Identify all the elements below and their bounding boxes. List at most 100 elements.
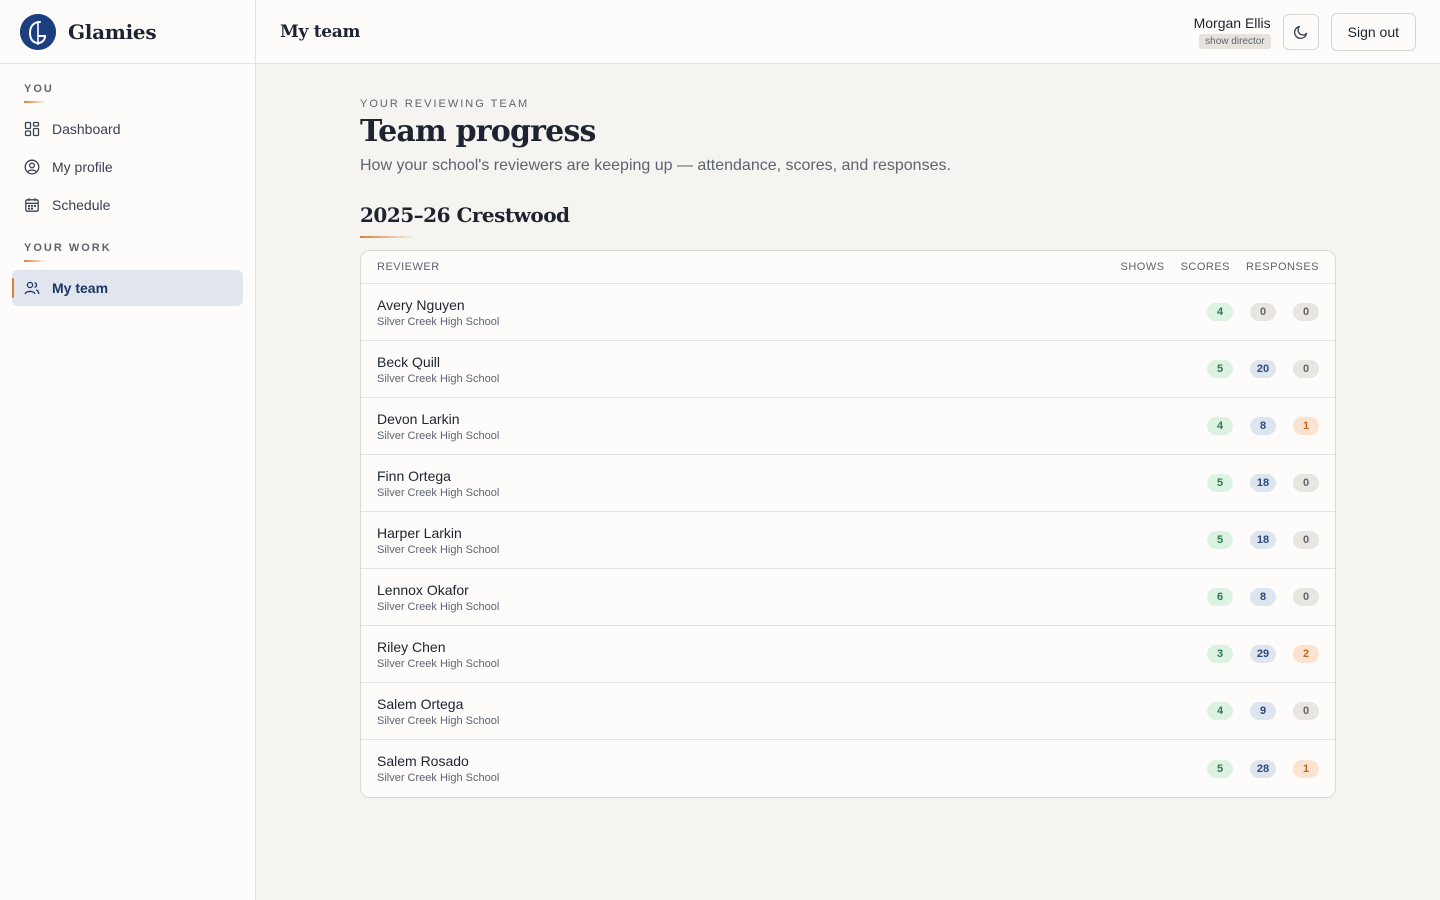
calendar-icon: [24, 197, 40, 213]
responses-count-badge: 0: [1293, 474, 1319, 492]
scores-count-badge: 29: [1250, 645, 1276, 663]
nav-section-you: YOU Dashboard My profile Schedule: [0, 83, 255, 223]
scores-count-badge: 18: [1250, 531, 1276, 549]
column-header-reviewer: REVIEWER: [377, 261, 440, 273]
shows-count-badge: 4: [1207, 417, 1233, 435]
user-circle-icon: [24, 159, 40, 175]
sidebar-item-schedule[interactable]: Schedule: [12, 187, 243, 223]
user-info: Morgan Ellis show director: [1194, 15, 1271, 49]
reviewer-cell: Harper Larkin Silver Creek High School: [377, 525, 1190, 556]
sidebar: Glamies YOU Dashboard My profile Schedul…: [0, 0, 256, 900]
stat-pills: 680: [1190, 588, 1319, 606]
column-header-shows: SHOWS: [1120, 261, 1165, 273]
shows-count-badge: 5: [1207, 759, 1233, 778]
user-role-badge: show director: [1199, 33, 1271, 49]
responses-count-badge: 0: [1293, 303, 1319, 321]
reviewer-school: Silver Creek High School: [377, 543, 500, 556]
column-header-scores: SCORES: [1180, 261, 1231, 273]
scores-count-badge: 18: [1250, 474, 1276, 492]
scores-count-badge: 8: [1250, 417, 1276, 435]
table-body: Avery Nguyen Silver Creek High School 4 0 0 B…: [361, 284, 1335, 797]
stat-pills: 5 28 1: [1190, 759, 1319, 778]
page-subtitle: How your school's reviewers are keeping …: [360, 157, 951, 174]
reviewer-cell: Riley Chen Silver Creek High School: [377, 639, 1190, 670]
stat-pills: 3 29 2: [1190, 645, 1319, 663]
reviewer-cell: Salem Rosado Silver Creek High School: [377, 753, 1190, 784]
sidebar-item-label: Schedule: [52, 197, 111, 213]
sidebar-item-label: My team: [52, 280, 109, 296]
dashboard-icon: [24, 121, 40, 137]
top-bar: My team Morgan Ellis show director Sign …: [256, 0, 1440, 64]
reviewer-school: Silver Creek High School: [377, 714, 500, 727]
scores-count-badge: 9: [1250, 702, 1276, 720]
brand-name: Glamies: [68, 19, 157, 44]
page-title: My team: [280, 21, 361, 42]
moon-icon: [1293, 24, 1309, 40]
sidebar-item-dashboard[interactable]: Dashboard: [12, 111, 243, 147]
users-icon: [24, 280, 40, 296]
table-row[interactable]: Avery Nguyen Silver Creek High School 4 0 0: [361, 284, 1335, 341]
nav-heading: YOUR WORK: [24, 242, 112, 254]
shows-count-badge: 3: [1207, 645, 1233, 663]
sidebar-item-label: Dashboard: [52, 121, 121, 137]
reviewer-name: Harper Larkin: [377, 524, 462, 541]
responses-count-badge: 1: [1293, 417, 1319, 435]
reviewer-school: Silver Creek High School: [377, 372, 500, 385]
reviewer-cell: Devon Larkin Silver Creek High School: [377, 411, 1190, 442]
table-row[interactable]: Salem Ortega Silver Creek High School 4 9 0: [361, 683, 1335, 740]
responses-count-badge: 0: [1293, 588, 1319, 606]
nav-heading-underline: [24, 260, 46, 262]
responses-count-badge: 0: [1293, 531, 1319, 549]
sign-out-button[interactable]: Sign out: [1330, 12, 1416, 51]
reviewer-name: Salem Ortega: [377, 695, 464, 712]
sidebar-item-my-team[interactable]: My team: [12, 270, 243, 306]
stat-pills: 5 18 0: [1190, 474, 1319, 492]
season-underline: [360, 236, 416, 238]
reviewer-name: Avery Nguyen: [377, 296, 465, 313]
sidebar-item-my-profile[interactable]: My profile: [12, 149, 243, 185]
reviewer-school: Silver Creek High School: [377, 315, 500, 328]
table-row[interactable]: Riley Chen Silver Creek High School 3 29 2: [361, 626, 1335, 683]
table-row[interactable]: Beck Quill Silver Creek High School 5 20 0: [361, 341, 1335, 398]
reviewer-name: Finn Ortega: [377, 467, 451, 484]
main-content: YOUR REVIEWING TEAM Team progress How yo…: [360, 64, 1336, 798]
table-header: REVIEWER SHOWS SCORES RESPONSES: [361, 251, 1335, 284]
reviewer-school: Silver Creek High School: [377, 772, 500, 784]
shows-count-badge: 5: [1207, 474, 1233, 492]
table-row[interactable]: Salem Rosado Silver Creek High School 5 28 1: [361, 740, 1335, 797]
reviewer-name: Riley Chen: [377, 638, 446, 655]
responses-count-badge: 0: [1293, 702, 1319, 720]
brand[interactable]: Glamies: [0, 0, 255, 64]
table-row[interactable]: Lennox Okafor Silver Creek High School 6 8 0: [361, 569, 1335, 626]
scores-count-badge: 28: [1250, 759, 1276, 778]
stat-pills: 400: [1190, 303, 1319, 321]
stat-pills: 5 18 0: [1190, 531, 1319, 549]
nav-heading: YOU: [24, 83, 54, 95]
table-row[interactable]: Harper Larkin Silver Creek High School 5 18…: [361, 512, 1335, 569]
reviewer-school: Silver Creek High School: [377, 657, 500, 670]
table-row[interactable]: Devon Larkin Silver Creek High School 4 8 1: [361, 398, 1335, 455]
reviewer-name: Devon Larkin: [377, 410, 460, 427]
shows-count-badge: 6: [1207, 588, 1233, 606]
eyebrow-label: YOUR REVIEWING TEAM: [360, 98, 530, 110]
reviewer-cell: Avery Nguyen Silver Creek High School: [377, 297, 1190, 328]
theme-toggle-button[interactable]: [1282, 13, 1319, 50]
sidebar-item-label: My profile: [52, 159, 113, 175]
reviewer-cell: Beck Quill Silver Creek High School: [377, 354, 1190, 385]
shows-count-badge: 5: [1207, 360, 1233, 378]
reviewer-cell: Salem Ortega Silver Creek High School: [377, 696, 1190, 727]
table-row[interactable]: Finn Ortega Silver Creek High School 5 18 0: [361, 455, 1335, 512]
shows-count-badge: 4: [1207, 702, 1233, 720]
responses-count-badge: 1: [1293, 759, 1319, 778]
reviewer-school: Silver Creek High School: [377, 429, 500, 442]
reviewer-cell: Lennox Okafor Silver Creek High School: [377, 582, 1190, 613]
responses-count-badge: 2: [1293, 645, 1319, 663]
reviewer-name: Salem Rosado: [377, 753, 469, 769]
season-heading: 2025–26 Crestwood: [360, 203, 570, 227]
stat-pills: 481: [1190, 417, 1319, 435]
column-header-responses: RESPONSES: [1246, 261, 1319, 273]
team-table: REVIEWER SHOWS SCORES RESPONSES Avery Ng…: [360, 250, 1336, 798]
shows-count-badge: 5: [1207, 531, 1233, 549]
reviewer-school: Silver Creek High School: [377, 486, 500, 499]
shows-count-badge: 4: [1207, 303, 1233, 321]
